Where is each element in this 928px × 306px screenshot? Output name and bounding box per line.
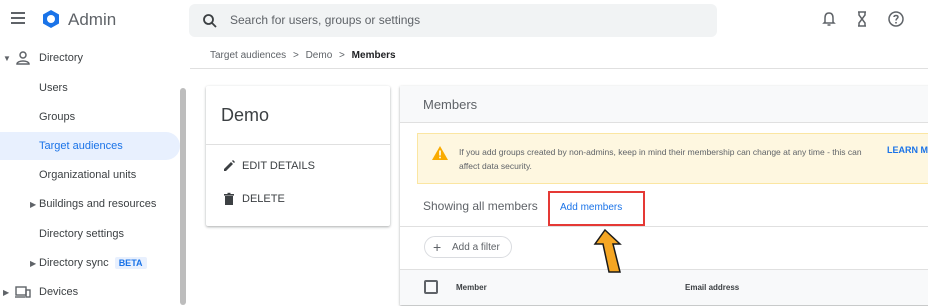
help-icon[interactable] <box>887 10 905 28</box>
breadcrumb-separator: > <box>292 50 299 61</box>
group-card: Demo EDIT DETAILS DELETE <box>206 86 390 226</box>
devices-icon <box>15 286 31 298</box>
add-filter-label: Add a filter <box>452 242 500 253</box>
sidebar-item-label: Buildings and resources <box>39 198 157 210</box>
sidebar-item-label: Organizational units <box>39 169 137 181</box>
edit-details-button[interactable]: EDIT DETAILS <box>222 159 315 173</box>
learn-more-link[interactable]: LEARN MOR <box>887 145 928 155</box>
sidebar-item-directory-sync[interactable]: ▶ Directory sync BETA <box>0 249 180 277</box>
admin-logo-icon <box>43 10 59 28</box>
delete-label: DELETE <box>242 193 285 205</box>
chevron-right-icon: ▶ <box>30 199 37 209</box>
person-icon <box>16 51 30 65</box>
breadcrumb-current: Members <box>351 50 396 61</box>
search-input[interactable]: Search for users, groups or settings <box>230 13 420 27</box>
sidebar-item-label: Users <box>39 82 68 94</box>
edit-details-label: EDIT DETAILS <box>242 160 315 172</box>
search-icon <box>203 14 217 28</box>
trash-icon <box>224 192 234 205</box>
bell-icon[interactable] <box>820 10 838 28</box>
sidebar-item-users[interactable]: Users <box>0 74 180 102</box>
warning-text: If you add groups created by non-admins,… <box>459 147 862 171</box>
divider <box>206 144 390 145</box>
breadcrumb-separator: > <box>339 50 345 61</box>
column-header-email[interactable]: Email address <box>685 283 739 292</box>
sidebar-item-label: Directory <box>39 52 84 64</box>
app-name: Admin <box>68 10 117 29</box>
sidebar-item-target-audiences[interactable]: Target audiences <box>0 132 180 160</box>
annotation-arrow-icon <box>593 228 622 273</box>
add-filter-button[interactable]: + Add a filter <box>424 236 512 258</box>
sidebar-item-buildings[interactable]: ▶ Buildings and resources <box>0 190 180 218</box>
divider <box>400 226 928 227</box>
directory-sync-label: Directory sync <box>39 257 109 269</box>
members-header: Members <box>400 86 928 123</box>
menu-icon[interactable] <box>11 12 25 24</box>
breadcrumb-target-audiences[interactable]: Target audiences <box>210 50 286 61</box>
breadcrumb: Target audiences > Demo > Members <box>210 50 396 61</box>
column-header-member[interactable]: Member <box>456 283 487 292</box>
pencil-icon <box>224 160 235 171</box>
plus-icon: + <box>433 239 442 255</box>
chevron-right-icon: ▶ <box>30 258 37 268</box>
warning-banner: If you add groups created by non-admins,… <box>417 133 928 184</box>
showing-all-members: Showing all members <box>423 199 538 213</box>
sidebar-item-groups[interactable]: Groups <box>0 103 180 131</box>
chevron-down-icon: ▼ <box>3 53 11 63</box>
delete-button[interactable]: DELETE <box>222 192 285 206</box>
sidebar: ▼ Directory Users Groups Target audience… <box>0 40 190 305</box>
top-bar: Admin Search for users, groups or settin… <box>0 0 928 40</box>
members-panel: Members If you add groups created by non… <box>400 86 928 305</box>
sidebar-item-label: Target audiences <box>39 140 123 152</box>
sidebar-item-label: Directory sync BETA <box>39 257 147 269</box>
divider <box>190 68 928 69</box>
select-all-checkbox[interactable] <box>424 280 438 294</box>
sidebar-item-directory[interactable]: ▼ Directory <box>0 44 180 72</box>
sidebar-item-label: Groups <box>39 111 76 123</box>
group-name: Demo <box>221 105 270 125</box>
sidebar-scrollbar[interactable] <box>180 88 186 305</box>
sidebar-item-directory-settings[interactable]: Directory settings <box>0 220 180 248</box>
highlight-box: Add members <box>548 191 645 226</box>
beta-badge: BETA <box>114 257 147 269</box>
members-title: Members <box>423 97 478 112</box>
breadcrumb-demo[interactable]: Demo <box>306 50 333 61</box>
sidebar-item-label: Devices <box>39 286 79 298</box>
warning-icon <box>432 146 448 160</box>
search-bar[interactable]: Search for users, groups or settings <box>189 4 717 37</box>
sidebar-item-devices[interactable]: ▶ Devices <box>0 278 180 306</box>
table-header: Member Email address <box>400 269 928 305</box>
hourglass-icon[interactable] <box>853 10 871 28</box>
add-members-button[interactable]: Add members <box>560 202 622 213</box>
sidebar-item-organizational-units[interactable]: Organizational units <box>0 161 180 189</box>
chevron-right-icon: ▶ <box>3 287 10 297</box>
sidebar-item-label: Directory settings <box>39 228 124 240</box>
